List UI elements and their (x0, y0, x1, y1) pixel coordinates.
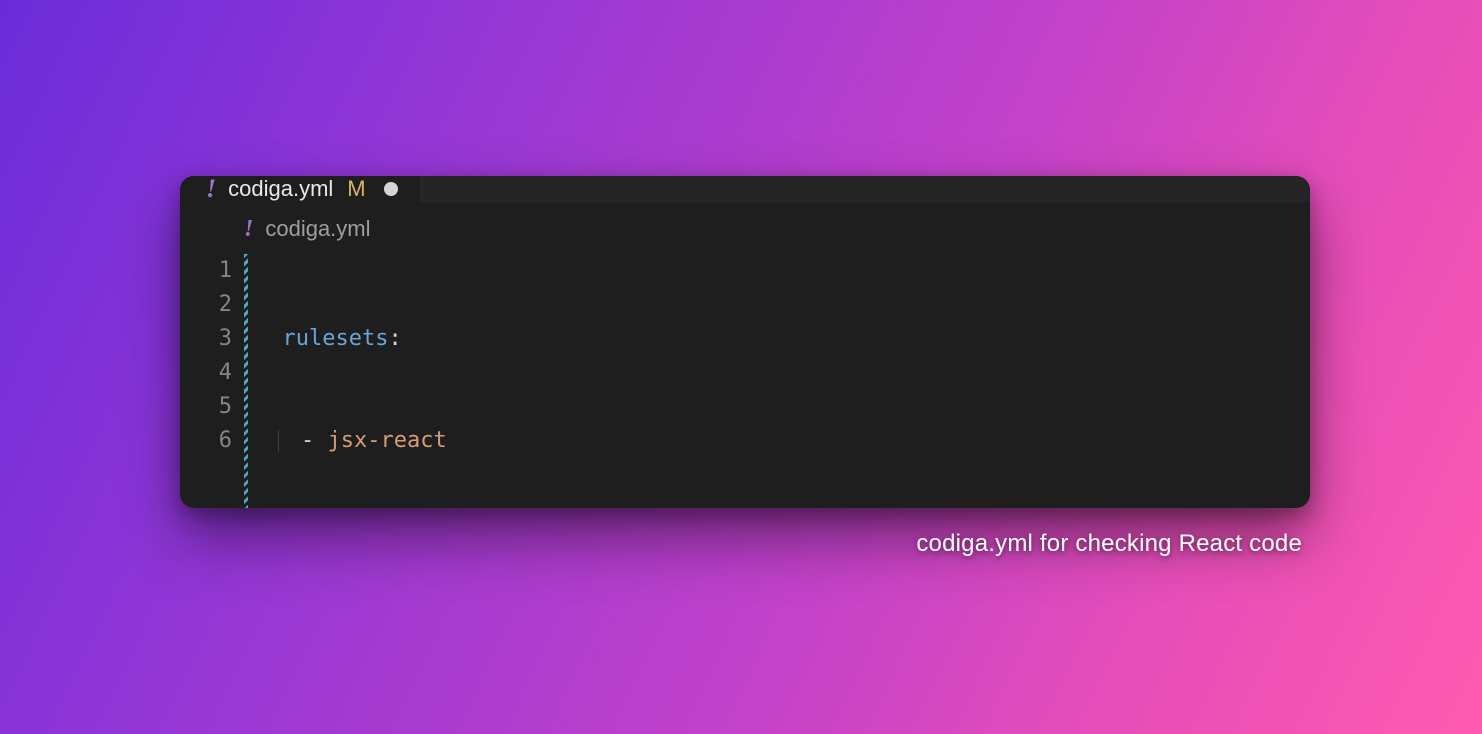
code-line[interactable]: - jsx-react (256, 424, 1310, 458)
yaml-file-icon: ! (206, 176, 216, 202)
line-number: 6 (180, 424, 232, 458)
editor-window: ! codiga.yml M ! codiga.yml 1 2 3 4 5 6 … (180, 176, 1310, 508)
line-number: 5 (180, 390, 232, 424)
modified-indicator: M (347, 176, 365, 202)
tab-bar: ! codiga.yml M (180, 176, 1310, 202)
line-number: 1 (180, 254, 232, 288)
yaml-key: rulesets (283, 322, 389, 356)
code-editor[interactable]: 1 2 3 4 5 6 rulesets: - jsx-react (180, 254, 1310, 508)
yaml-value: jsx-react (328, 424, 447, 458)
unsaved-dot-icon (384, 182, 398, 196)
code-line[interactable]: rulesets: (256, 322, 1310, 356)
image-caption: codiga.yml for checking React code (916, 530, 1302, 558)
yaml-file-icon: ! (244, 217, 253, 241)
code-content[interactable]: rulesets: - jsx-react (256, 254, 1310, 508)
line-number-gutter: 1 2 3 4 5 6 (180, 254, 244, 508)
breadcrumb[interactable]: ! codiga.yml (180, 202, 1310, 254)
tab-codiga-yml[interactable]: ! codiga.yml M (180, 176, 420, 202)
line-number: 3 (180, 322, 232, 356)
line-number: 2 (180, 288, 232, 322)
change-ruler (244, 254, 248, 508)
yaml-dash: - (301, 424, 314, 458)
breadcrumb-filename: codiga.yml (265, 216, 370, 242)
yaml-colon: : (388, 322, 401, 356)
line-number: 4 (180, 356, 232, 390)
indent-guide (278, 430, 279, 452)
tab-filename: codiga.yml (228, 176, 333, 202)
